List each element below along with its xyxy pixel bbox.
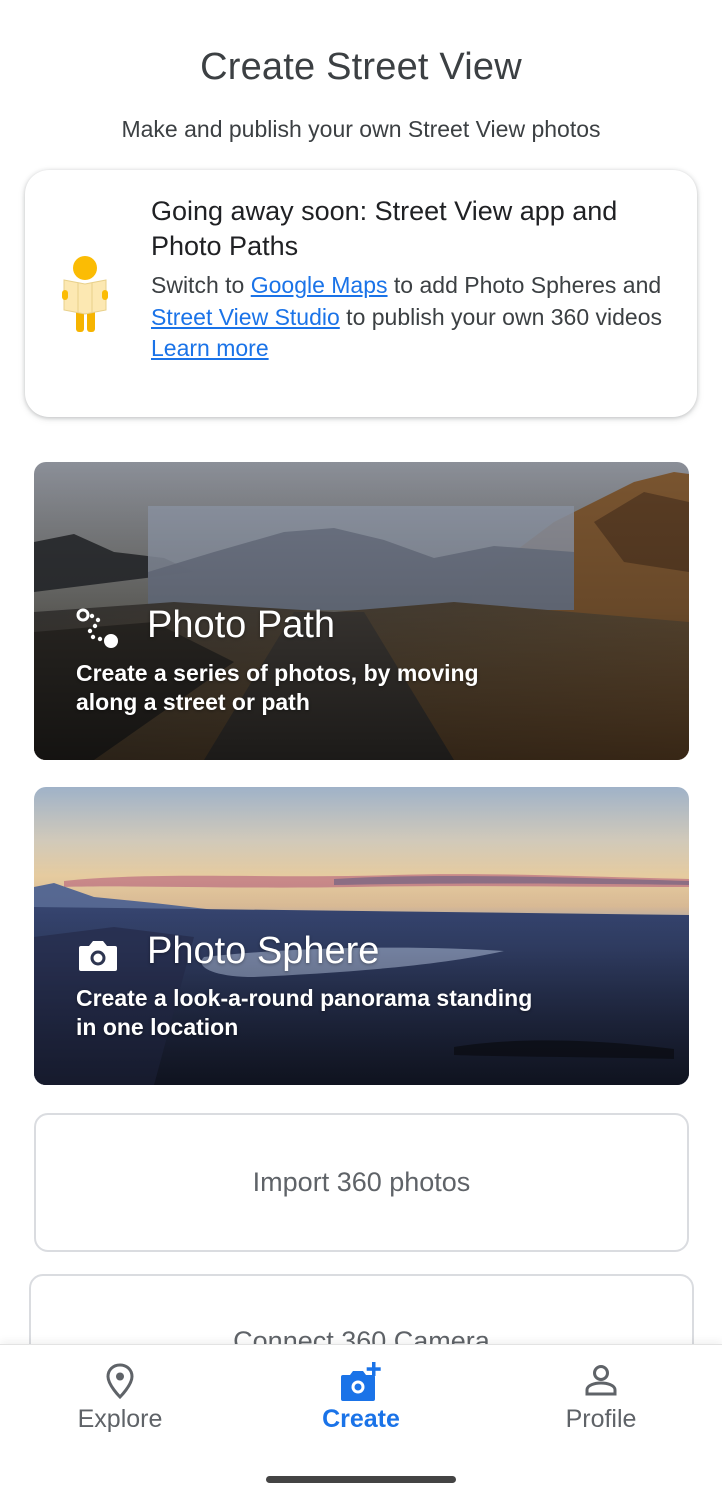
person-reading-map-icon xyxy=(62,256,108,332)
notice-title: Going away soon: Street View app and Pho… xyxy=(151,196,618,261)
location-pin-icon xyxy=(106,1363,134,1399)
notice-body: Switch to Google Maps to add Photo Spher… xyxy=(151,270,681,365)
nav-explore-label: Explore xyxy=(77,1405,163,1433)
add-camera-icon xyxy=(341,1362,381,1401)
nav-create-label: Create xyxy=(322,1405,400,1433)
notice-text: Switch to xyxy=(151,272,251,298)
photo-sphere-card[interactable]: Photo Sphere Create a look-a-round panor… xyxy=(34,787,689,1085)
bottom-navigation: Explore Create Profile xyxy=(0,1344,722,1500)
path-dots-icon xyxy=(76,608,118,648)
nav-create[interactable]: Create xyxy=(241,1345,481,1455)
photo-path-title: Photo Path xyxy=(147,604,336,646)
nav-profile[interactable]: Profile xyxy=(481,1345,721,1455)
photo-path-description: Create a series of photos, by moving alo… xyxy=(76,660,479,715)
learn-more-link[interactable]: Learn more xyxy=(151,333,681,365)
import-360-photos-label: Import 360 photos xyxy=(252,1167,471,1197)
person-icon xyxy=(585,1365,617,1396)
home-indicator[interactable] xyxy=(266,1476,456,1483)
page-title: Create Street View xyxy=(200,46,522,88)
photo-sphere-description: Create a look-a-round panorama standing … xyxy=(76,985,533,1040)
notice-text: to publish your own 360 videos xyxy=(339,303,662,330)
google-maps-link[interactable]: Google Maps xyxy=(251,272,388,298)
photo-sphere-title: Photo Sphere xyxy=(147,930,380,972)
notice-text: to add Photo Spheres and xyxy=(387,272,662,298)
nav-explore[interactable]: Explore xyxy=(0,1345,240,1455)
import-360-photos-button[interactable]: Import 360 photos xyxy=(34,1113,689,1252)
street-view-studio-link[interactable]: Street View Studio xyxy=(151,304,340,330)
page-subtitle: Make and publish your own Street View ph… xyxy=(121,116,601,142)
nav-profile-label: Profile xyxy=(565,1405,637,1433)
camera-icon xyxy=(79,941,117,971)
deprecation-notice-card: Going away soon: Street View app and Pho… xyxy=(25,170,697,417)
photo-path-card[interactable]: Photo Path Create a series of photos, by… xyxy=(34,462,689,760)
